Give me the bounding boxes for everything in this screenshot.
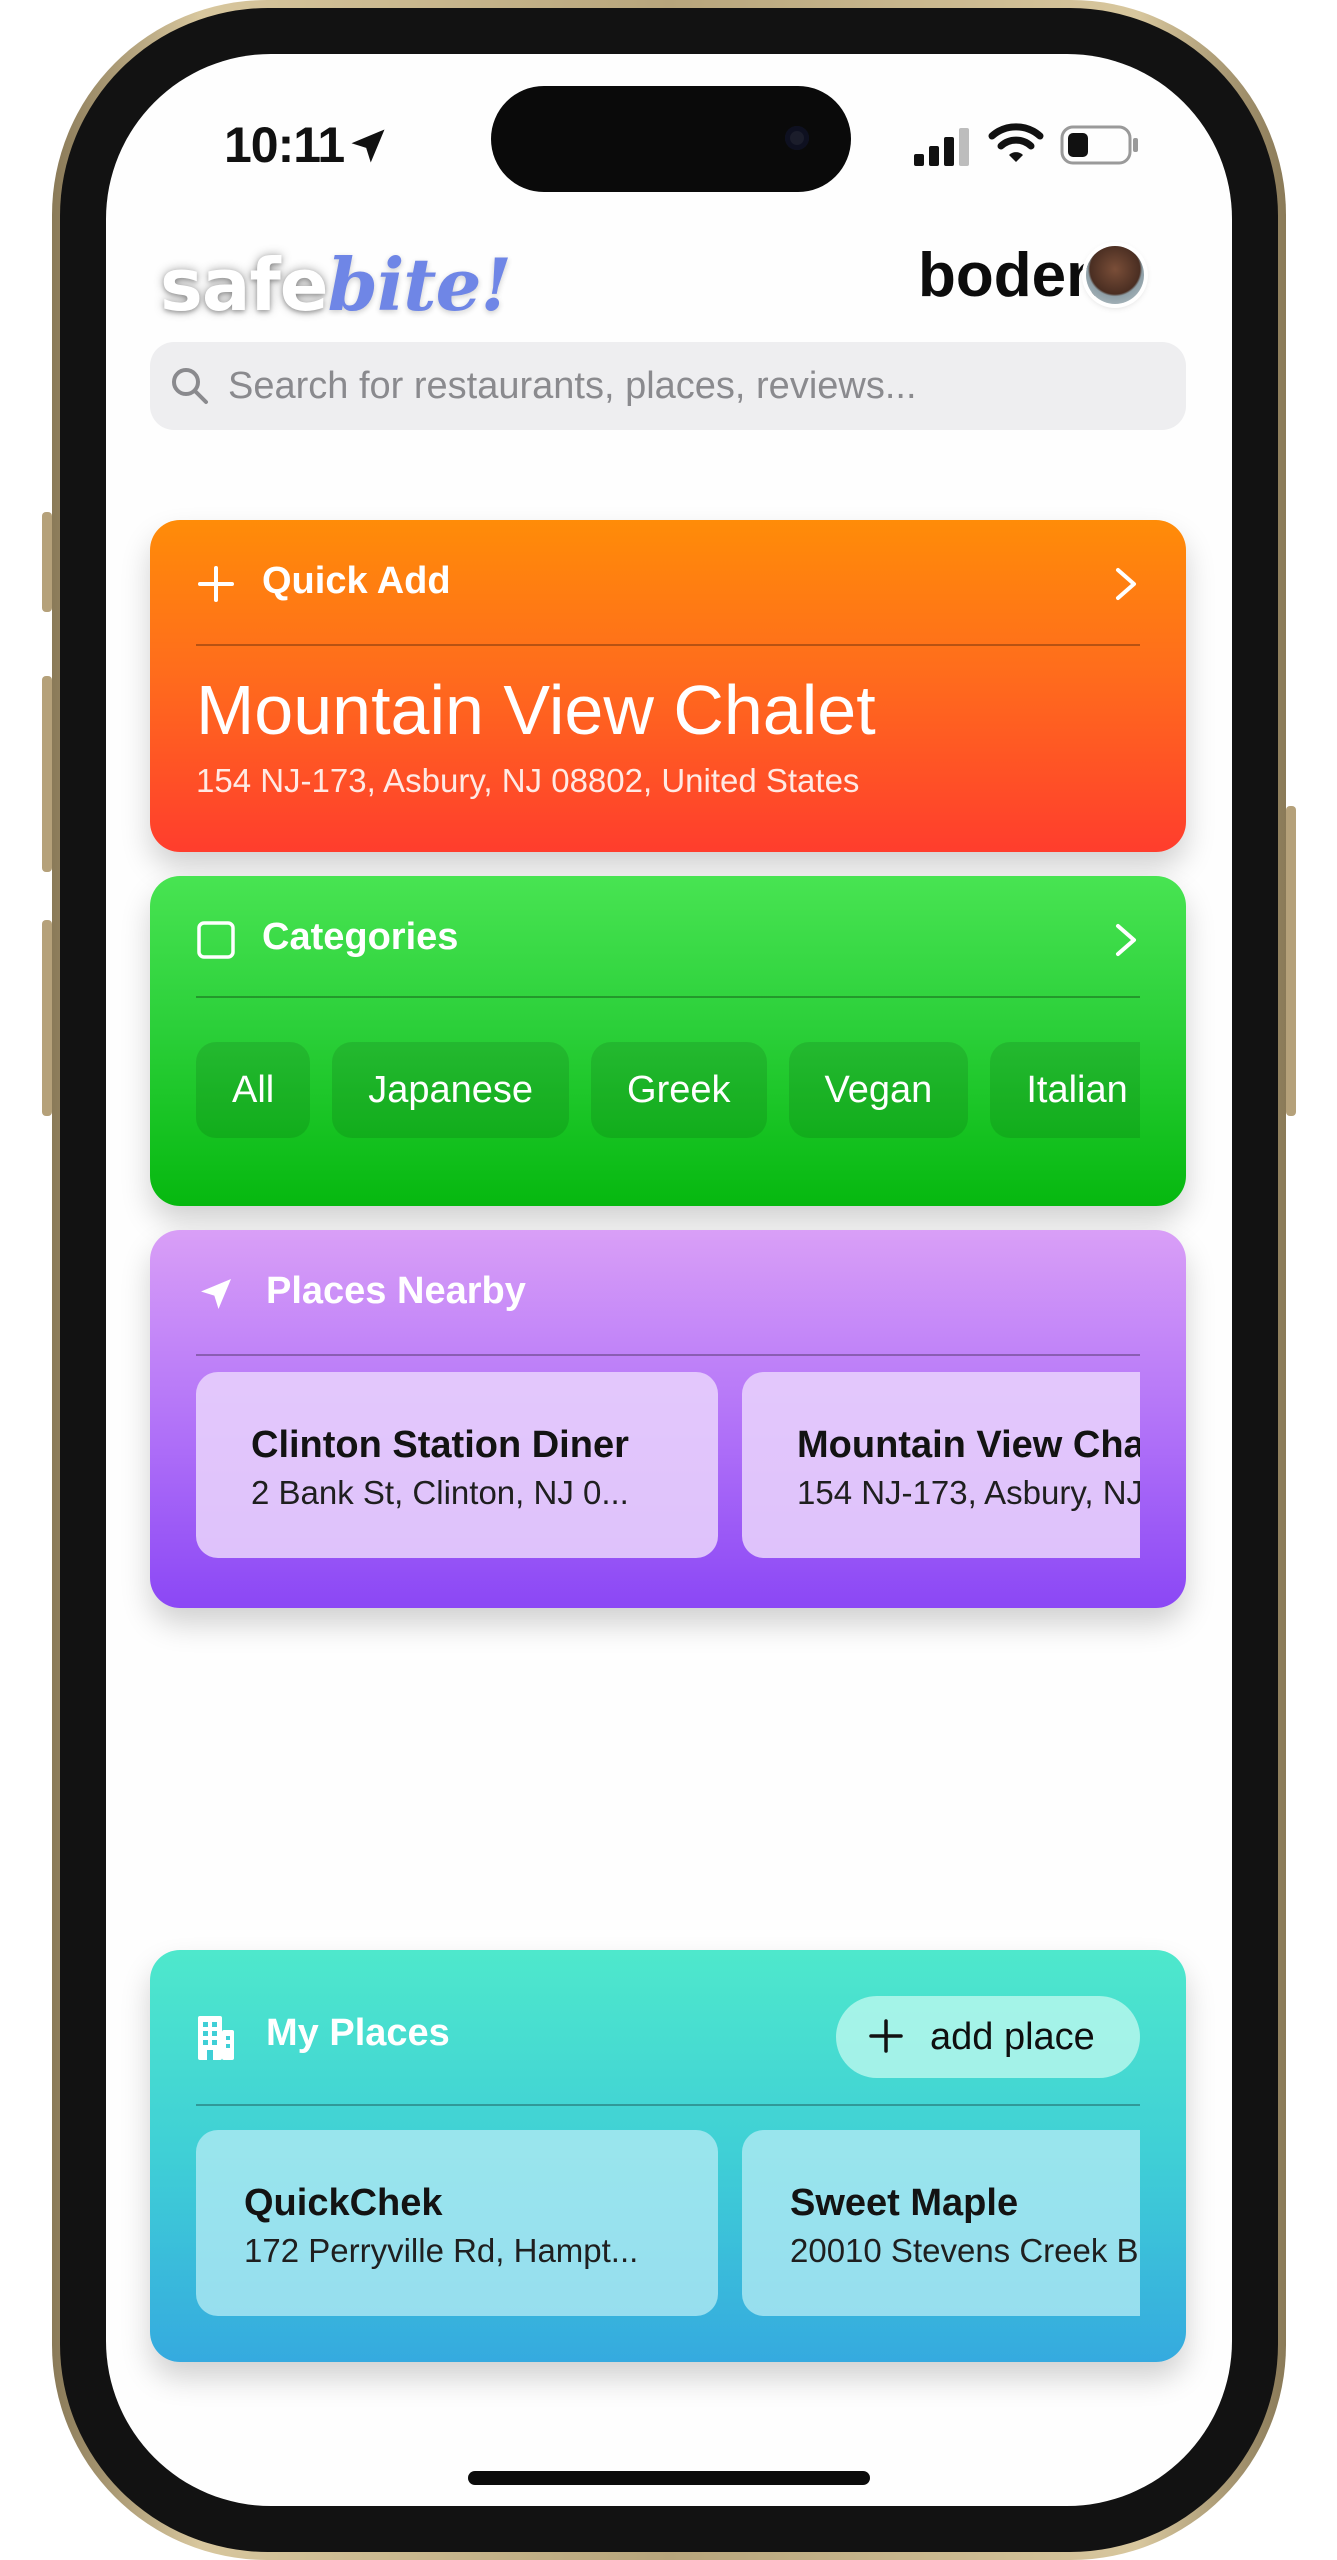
quick-add-title: Quick Add	[262, 560, 451, 602]
my-places-card: My Places add place QuickChek 172 Perryv…	[150, 1950, 1186, 2362]
add-place-button[interactable]: add place	[836, 1996, 1140, 2078]
places-nearby-header: Places Nearby	[196, 1230, 1140, 1356]
places-nearby-title: Places Nearby	[266, 1270, 526, 1312]
square-icon	[197, 921, 235, 959]
place-address: 20010 Stevens Creek Blvd	[790, 2232, 1140, 2269]
wifi-icon	[988, 123, 1044, 162]
nearby-places-list[interactable]: Clinton Station Diner 2 Bank St, Clinton…	[196, 1372, 1140, 1562]
logo-text-bite: bite!	[327, 242, 512, 327]
add-place-label: add place	[930, 2016, 1095, 2058]
category-chip-italian[interactable]: Italian	[990, 1042, 1140, 1138]
chevron-right-icon[interactable]	[1112, 566, 1140, 602]
search-icon	[172, 368, 208, 404]
home-indicator[interactable]	[468, 2471, 870, 2485]
search-input[interactable]	[228, 342, 1158, 430]
logo-text-safe: safe	[160, 243, 329, 327]
username-label[interactable]: boden	[918, 240, 1104, 311]
status-time: 10:11	[224, 117, 345, 173]
my-places-header: My Places add place	[196, 1950, 1140, 2106]
quick-add-header[interactable]: Quick Add	[196, 520, 1140, 646]
place-address: 2 Bank St, Clinton, NJ 0...	[251, 1474, 629, 1511]
my-place-card[interactable]: QuickChek 172 Perryville Rd, Hampt...	[196, 2130, 718, 2316]
place-name: QuickChek	[244, 2182, 443, 2224]
my-place-card[interactable]: Sweet Maple 20010 Stevens Creek Blvd	[742, 2130, 1140, 2316]
categories-title: Categories	[262, 916, 459, 958]
dynamic-island	[491, 86, 851, 192]
place-address: 154 NJ-173, Asbury, NJ 08802, United Sta…	[797, 1474, 1140, 1511]
place-name: Sweet Maple	[790, 2182, 1019, 2224]
category-chip-japanese[interactable]: Japanese	[332, 1042, 570, 1138]
quick-add-place-address: 154 NJ-173, Asbury, NJ 08802, United Sta…	[196, 762, 860, 799]
app-screen: 10:11 safebite! boden Search for restaur…	[106, 54, 1232, 2506]
my-places-title: My Places	[266, 2012, 450, 2054]
place-address: 172 Perryville Rd, Hampt...	[244, 2232, 639, 2269]
location-arrow-icon	[201, 1279, 231, 1309]
my-places-list[interactable]: QuickChek 172 Perryville Rd, Hampt... Sw…	[196, 2130, 1140, 2320]
place-name: Mountain View Chalet	[797, 1424, 1140, 1466]
volume-up-button	[42, 676, 52, 872]
avatar[interactable]	[1086, 246, 1144, 304]
building-icon	[198, 2016, 234, 2060]
location-arrow-icon	[351, 129, 385, 163]
category-chip-all[interactable]: All	[196, 1042, 311, 1138]
search-bar[interactable]	[150, 342, 1186, 430]
quick-add-place-name: Mountain View Chalet	[196, 671, 876, 749]
categories-card: Categories All Japanese Greek Vegan Italian	[150, 876, 1186, 1206]
chevron-right-icon[interactable]	[1112, 922, 1140, 958]
camera-icon	[785, 126, 809, 150]
plus-icon	[198, 566, 234, 602]
places-nearby-card: Places Nearby Clinton Station Diner 2 Ba…	[150, 1230, 1186, 1608]
place-name: Clinton Station Diner	[251, 1424, 629, 1466]
category-chip-greek[interactable]: Greek	[591, 1042, 767, 1138]
category-chips[interactable]: All Japanese Greek Vegan Italian	[196, 1042, 1140, 1138]
app-logo: safebite!	[160, 242, 512, 327]
categories-header[interactable]: Categories	[196, 876, 1140, 998]
power-button	[1286, 806, 1296, 1116]
battery-icon	[1060, 125, 1138, 165]
nearby-place-card[interactable]: Clinton Station Diner 2 Bank St, Clinton…	[196, 1372, 718, 1558]
category-chip-vegan[interactable]: Vegan	[788, 1042, 969, 1138]
nearby-place-card[interactable]: Mountain View Chalet 154 NJ-173, Asbury,…	[742, 1372, 1140, 1558]
action-button	[42, 512, 52, 612]
volume-down-button	[42, 920, 52, 1116]
cellular-signal-icon	[914, 128, 969, 166]
plus-icon	[869, 2019, 903, 2053]
quick-add-card[interactable]: Quick Add Mountain View Chalet 154 NJ-17…	[150, 520, 1186, 852]
